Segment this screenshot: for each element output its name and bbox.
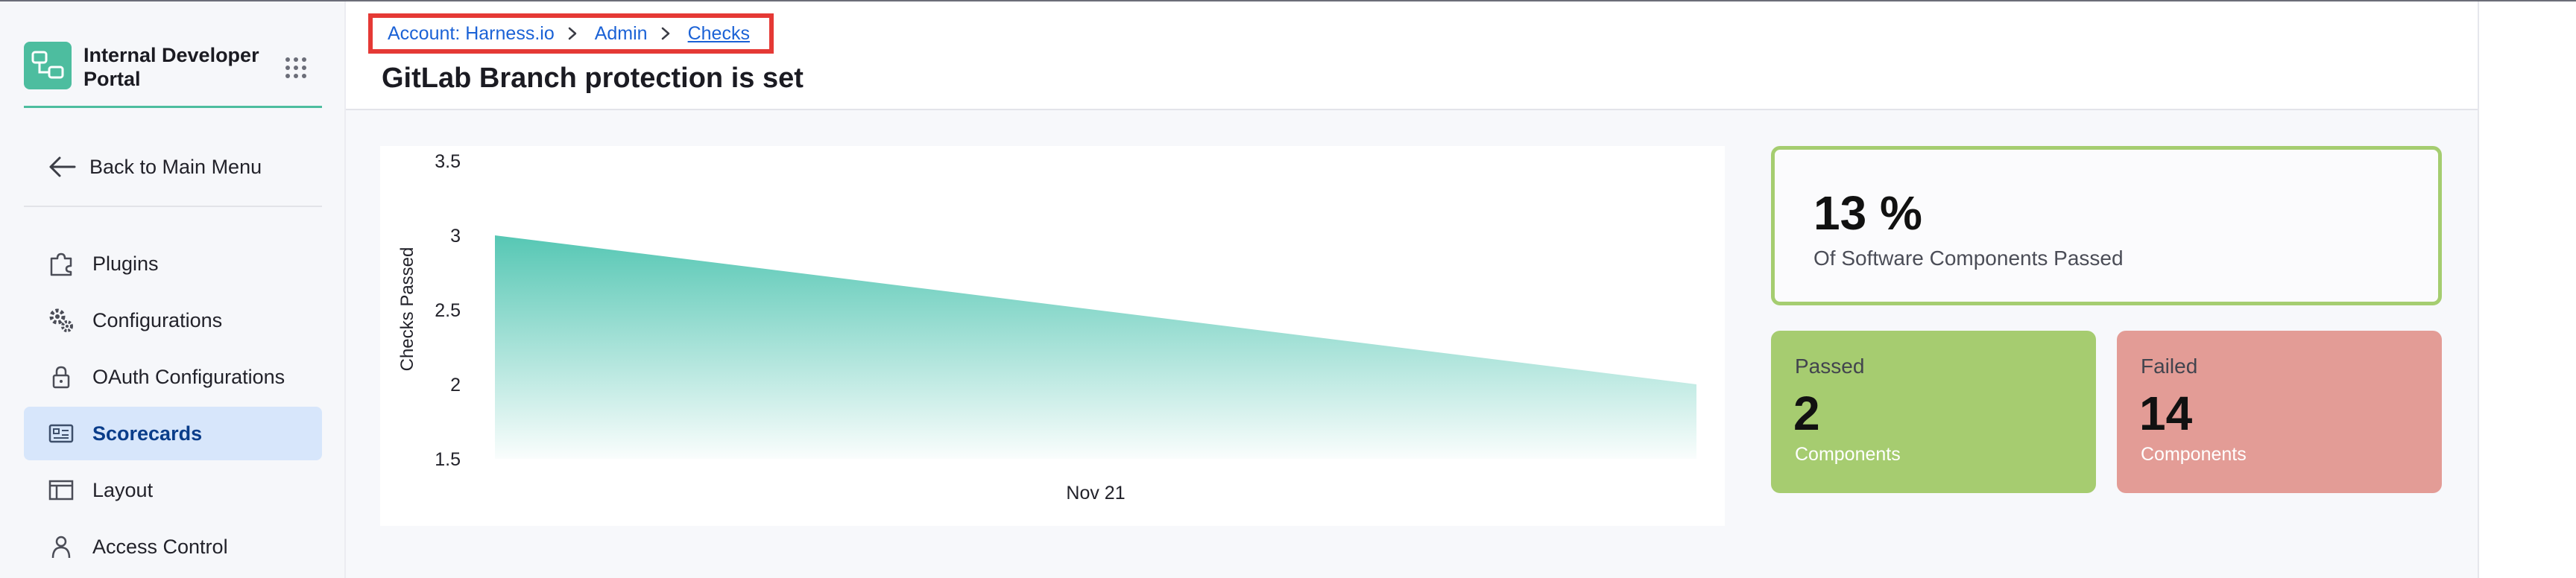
sidebar-item-label: Plugins <box>92 252 159 275</box>
percent-passed-value: 13 % <box>1813 186 1922 240</box>
brand: Internal Developer Portal <box>24 42 322 110</box>
checks-chart-svg: Checks Passed 3.5 3 2.5 2 1.5 Nov 21 <box>397 151 1696 504</box>
breadcrumb-admin-link[interactable]: Admin <box>595 23 648 45</box>
app-grid-icon[interactable] <box>283 55 309 80</box>
sidebar-item-oauth-configurations[interactable]: OAuth Configurations <box>24 350 322 404</box>
chart-y-tick-label: 3.5 <box>435 151 461 172</box>
puzzle-icon <box>46 249 76 279</box>
sidebar-item-label: Configurations <box>92 308 223 331</box>
sidebar-divider <box>24 206 322 207</box>
sidebar-item-label: Scorecards <box>92 422 203 445</box>
lock-icon <box>46 362 76 392</box>
breadcrumb-account-link[interactable]: Account: Harness.io <box>388 23 555 45</box>
passed-value: 2 <box>1793 387 1820 440</box>
layout-icon <box>46 475 76 505</box>
failed-title: Failed <box>2141 355 2198 378</box>
sidebar-item-layout[interactable]: Layout <box>24 463 322 517</box>
sidebar-item-label: OAuth Configurations <box>92 365 285 388</box>
breadcrumb: Account: Harness.io Admin Checks <box>368 13 774 54</box>
sidebar-item-plugins[interactable]: Plugins <box>24 237 322 290</box>
chart-y-tick-label: 3 <box>450 226 461 247</box>
chart-area-series <box>495 235 1696 459</box>
failed-components-card: Failed 14 Components <box>2117 331 2442 493</box>
user-icon <box>46 532 76 562</box>
chart-y-tick-label: 1.5 <box>435 449 461 470</box>
chevron-right-icon <box>660 25 676 42</box>
sidebar-item-access-control[interactable]: Access Control <box>24 520 322 574</box>
passed-subtitle: Components <box>1795 444 1901 465</box>
breadcrumb-checks-link[interactable]: Checks <box>688 23 750 45</box>
chart-y-tick-label: 2.5 <box>435 300 461 321</box>
passed-title: Passed <box>1795 355 1865 378</box>
arrow-left-icon <box>49 156 76 177</box>
failed-subtitle: Components <box>2141 444 2247 465</box>
percent-passed-card: 13 % Of Software Components Passed <box>1771 146 2442 305</box>
sidebar-item-label: Layout <box>92 478 154 501</box>
chart-y-tick-label: 2 <box>450 375 461 396</box>
back-to-main-menu-button[interactable]: Back to Main Menu <box>48 152 262 182</box>
checks-chart: Checks Passed 3.5 3 2.5 2 1.5 Nov 21 <box>380 146 1725 526</box>
back-label: Back to Main Menu <box>89 155 262 178</box>
chevron-right-icon <box>566 25 583 42</box>
sidebar: Internal Developer Portal Back to Main M… <box>0 1 346 578</box>
brand-underline <box>24 106 322 108</box>
sidebar-item-configurations[interactable]: Configurations <box>24 293 322 347</box>
sidebar-item-label: Access Control <box>92 535 228 558</box>
chart-y-axis-label: Checks Passed <box>397 247 417 372</box>
right-divider <box>2478 1 2479 578</box>
failed-value: 14 <box>2139 387 2193 440</box>
percent-passed-label: Of Software Components Passed <box>1813 247 2124 270</box>
gears-icon <box>46 305 76 335</box>
passed-components-card: Passed 2 Components <box>1771 331 2096 493</box>
app-title: Internal Developer Portal <box>83 44 259 90</box>
idp-logo-icon <box>24 42 72 89</box>
page-title: GitLab Branch protection is set <box>382 63 804 94</box>
sidebar-item-scorecards[interactable]: Scorecards <box>24 407 322 460</box>
scorecard-icon <box>46 419 76 448</box>
chart-x-tick-label: Nov 21 <box>1066 483 1125 504</box>
